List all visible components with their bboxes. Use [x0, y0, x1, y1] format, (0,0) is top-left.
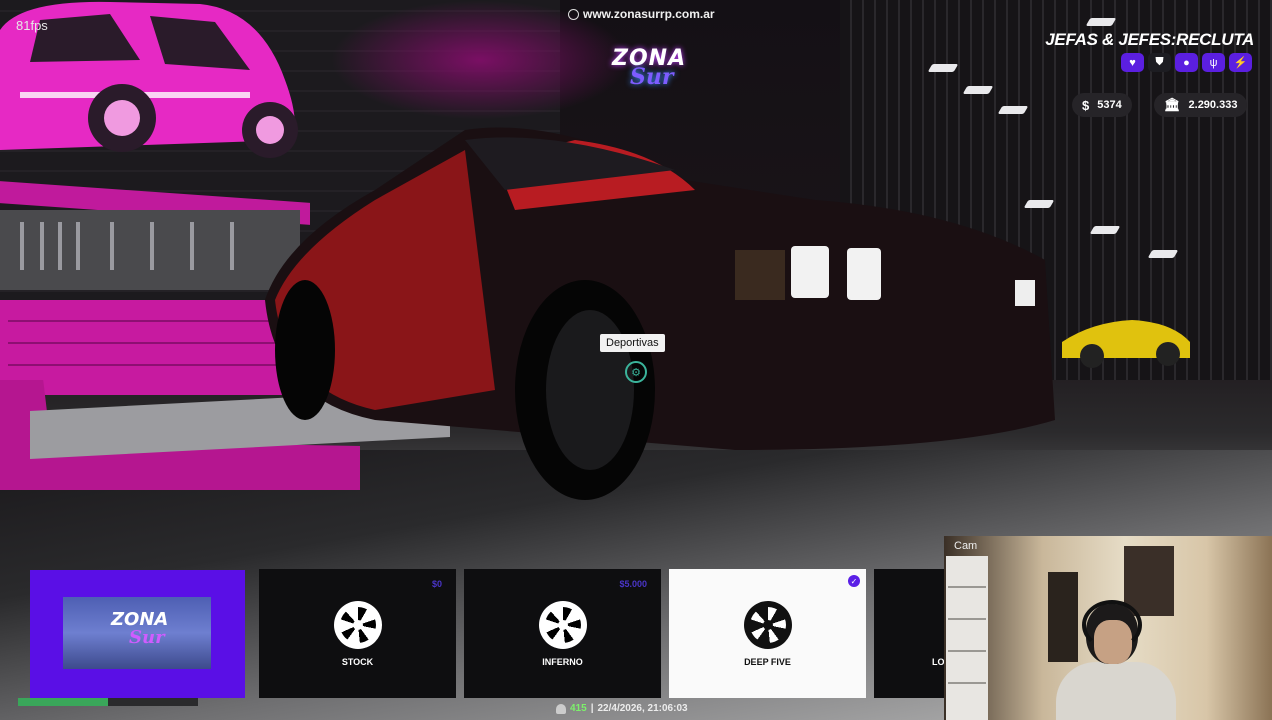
server-logo: ZONA Sur [600, 44, 690, 96]
cash-balance: $ 5374 [1072, 93, 1132, 117]
preview-thumbnail: ZONA Sur [30, 570, 245, 698]
fps-counter: 81fps [16, 18, 48, 33]
footer-separator: | [590, 703, 594, 714]
player-count: 415 [570, 703, 587, 714]
bank-amount: 2.290.333 [1188, 99, 1238, 111]
wheel-icon [333, 600, 382, 649]
player-icon [556, 703, 566, 714]
website-text: www.zonasurrp.com.ar [583, 7, 715, 21]
water-drop-icon: ● [1175, 53, 1198, 72]
ceiling-light [962, 86, 994, 94]
ceiling-light [1147, 250, 1179, 258]
ceiling-light [997, 106, 1029, 114]
wheel-option-inferno[interactable]: $5.000 INFERNO [464, 569, 661, 698]
selector-progress-bar [18, 698, 198, 706]
price-tag: $0 [431, 579, 442, 589]
wheel-label: STOCK [341, 656, 374, 667]
ceiling-light [927, 64, 959, 72]
ceiling-light [1085, 18, 1117, 26]
wheel-option-partial[interactable]: LO [874, 569, 945, 698]
wheel-option-stock[interactable]: $0 STOCK [259, 569, 456, 698]
cash-amount: 5374 [1097, 99, 1122, 111]
bank-balance: 🏛 2.290.333 [1154, 93, 1248, 117]
webcam-label: Cam [954, 540, 978, 552]
wheel-label: DEEP FIVE [744, 656, 791, 667]
wheel-selector: ZONA Sur $0 STOCK $5.000 INFERNO ✓ DEEP … [0, 568, 945, 698]
checkmark-icon: ✓ [848, 575, 860, 587]
wrench-icon[interactable]: ⚙ [625, 361, 647, 383]
website-url: www.zonasurrp.com.ar [568, 7, 715, 21]
bank-icon: 🏛 [1164, 97, 1181, 112]
wheel-label: LO [932, 657, 945, 667]
sedan-car [265, 127, 1055, 500]
yellow-sports-car [1062, 320, 1190, 368]
job-title: JEFAS & JEFES:RECLUTA [1045, 30, 1254, 49]
headset-icon [1082, 600, 1142, 650]
shelf [946, 556, 988, 720]
price-tag: $5.000 [619, 579, 647, 589]
preview-image: ZONA Sur [63, 597, 211, 669]
stamina-icon: ⚡ [1229, 53, 1252, 72]
wheel-label: INFERNO [542, 656, 583, 667]
streamer-body [1056, 662, 1176, 720]
shield-icon: ⛊ [1148, 53, 1171, 72]
wheel-icon [743, 600, 792, 649]
tool-cabinets [0, 300, 290, 395]
server-footer: 415 | 22/4/2026, 21:06:03 [556, 703, 688, 714]
webcam-overlay: Cam [944, 536, 1272, 720]
heart-icon: ♥ [1121, 53, 1144, 72]
part-tooltip: Deportivas [600, 334, 665, 352]
logo-text-sur: Sur [630, 64, 674, 90]
door [1048, 572, 1078, 662]
ceiling-light [1089, 226, 1121, 234]
date-time: 22/4/2026, 21:06:03 [597, 703, 688, 714]
progress-fill [18, 698, 108, 706]
globe-icon [568, 8, 579, 20]
food-icon: ψ [1202, 53, 1225, 72]
thumb-logo-sur: Sur [129, 627, 165, 648]
dollar-icon: $ [1082, 97, 1090, 113]
wheel-option-deep-five[interactable]: ✓ DEEP FIVE [669, 569, 866, 698]
status-icons: ♥ ⛊ ● ψ ⚡ [1121, 53, 1252, 72]
wheel-icon [538, 600, 587, 649]
